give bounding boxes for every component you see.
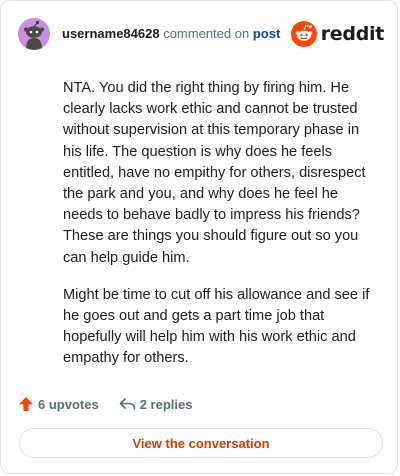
upvotes-count: 6 upvotes xyxy=(38,396,99,412)
replies-count: 2 replies xyxy=(139,396,193,412)
upvote-arrow-icon xyxy=(19,397,33,411)
comment-embed-card: username84628 commented on post reddit N… xyxy=(0,0,398,474)
comment-paragraph: Might be time to cut off his allowance a… xyxy=(63,286,370,367)
comment-byline: username84628 commented on post xyxy=(62,26,280,42)
post-link[interactable]: post xyxy=(253,26,280,41)
view-conversation-button[interactable]: View the conversation xyxy=(19,428,383,458)
comment-body: NTA. You did the right thing by firing h… xyxy=(63,78,381,386)
comment-paragraph: NTA. You did the right thing by firing h… xyxy=(63,80,366,266)
username[interactable]: username84628 xyxy=(62,26,160,41)
upvotes-button[interactable]: 6 upvotes xyxy=(18,396,99,412)
reddit-logo[interactable]: reddit xyxy=(290,21,385,47)
comment-footer: 6 upvotes 2 replies xyxy=(18,394,192,414)
user-avatar[interactable] xyxy=(18,18,50,50)
commented-on-text: commented on xyxy=(163,26,250,41)
reddit-logo-text: reddit xyxy=(320,23,385,45)
replies-button[interactable]: 2 replies xyxy=(119,396,193,412)
reddit-logo-icon xyxy=(290,21,317,47)
snoo-avatar-icon xyxy=(18,18,50,50)
comment-header: username84628 commented on post reddit xyxy=(18,18,384,50)
reply-arrow-icon xyxy=(119,398,135,410)
